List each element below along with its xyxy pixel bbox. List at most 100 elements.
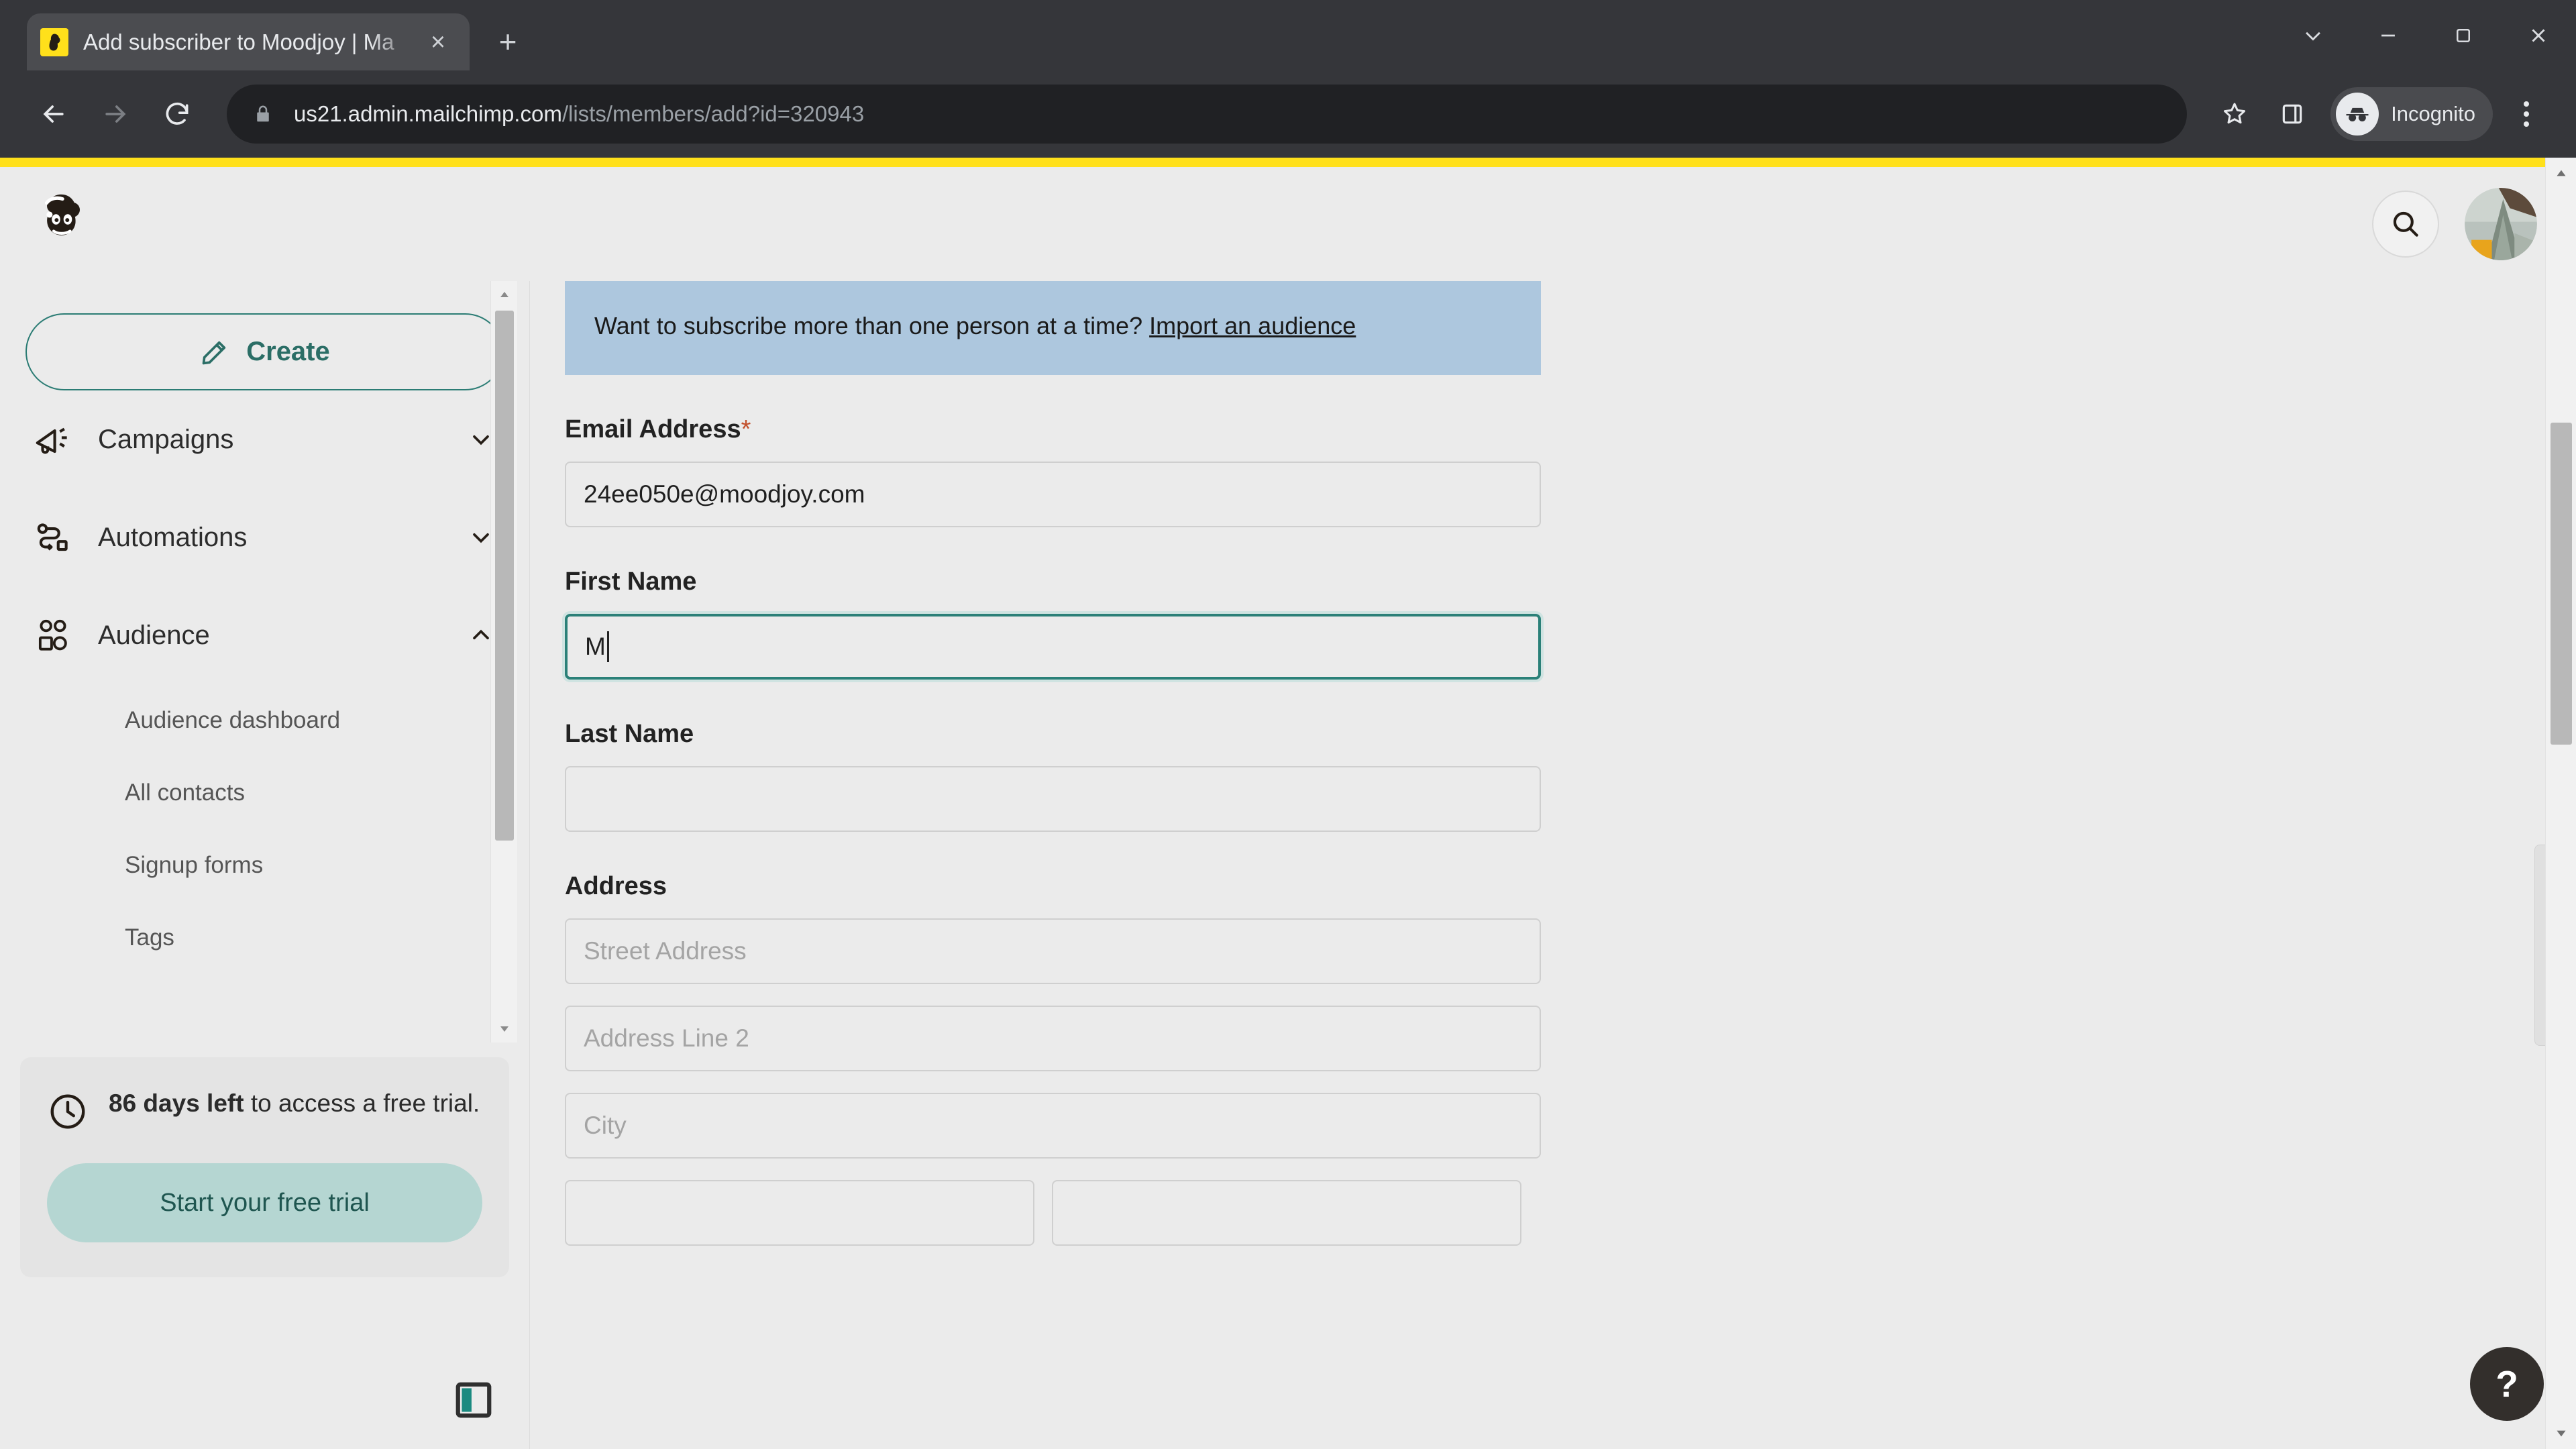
start-free-trial-label: Start your free trial <box>160 1188 370 1217</box>
sidebar-item-automations[interactable]: Automations <box>0 488 529 586</box>
state-input[interactable] <box>565 1179 1034 1246</box>
sidebar-subitem-label: Signup forms <box>125 852 264 878</box>
create-button[interactable]: Create <box>25 313 504 390</box>
sidebar-item-campaigns[interactable]: Campaigns <box>0 390 529 488</box>
banner-text: Want to subscribe more than one person a… <box>594 307 1511 345</box>
start-free-trial-button[interactable]: Start your free trial <box>47 1163 482 1242</box>
sidebar-scrollbar[interactable] <box>490 281 517 1042</box>
window-maximize-button[interactable] <box>2426 0 2501 70</box>
city-input[interactable]: City <box>565 1092 1541 1159</box>
kebab-menu-icon[interactable] <box>2500 85 2553 143</box>
pencil-icon <box>199 337 230 368</box>
required-marker: * <box>741 415 751 443</box>
header-actions <box>2372 188 2537 260</box>
forward-button[interactable] <box>85 83 146 145</box>
sidebar-item-tags[interactable]: Tags <box>0 902 529 974</box>
help-button[interactable]: ? <box>2470 1347 2544 1421</box>
window-minimize-button[interactable] <box>2351 0 2426 70</box>
megaphone-icon <box>32 419 74 460</box>
sidebar-item-label: Automations <box>98 522 248 552</box>
sidebar-subitem-label: Audience dashboard <box>125 707 341 733</box>
free-trial-card: 86 days left to access a free trial. Sta… <box>20 1057 509 1277</box>
email-label-text: Email Address <box>565 415 741 443</box>
page-viewport: Create Campaigns Automations Audience Au… <box>0 158 2576 1449</box>
url-domain: us21.admin.mailchimp.com <box>294 101 562 126</box>
star-icon[interactable] <box>2206 85 2263 143</box>
sidebar-item-audience-dashboard[interactable]: Audience dashboard <box>0 684 529 757</box>
street-address-input[interactable]: Street Address <box>565 918 1541 984</box>
first-name-value: M <box>585 632 606 660</box>
browser-tab[interactable]: Add subscriber to Moodjoy | Ma × <box>27 13 470 70</box>
page-scroll-down-arrow-icon[interactable] <box>2546 1418 2576 1449</box>
url-path: /lists/members/add?id=320943 <box>561 101 865 126</box>
scroll-down-arrow-icon[interactable] <box>491 1016 518 1042</box>
tab-title: Add subscriber to Moodjoy | Ma <box>83 29 394 54</box>
app-body: Create Campaigns Automations Audience Au… <box>0 281 2576 1449</box>
email-address-label: Email Address* <box>565 415 1541 444</box>
last-name-label: Last Name <box>565 719 694 748</box>
automation-flow-icon <box>32 517 74 558</box>
tab-search-chevron-icon[interactable] <box>2275 0 2351 70</box>
trial-card-container: 86 days left to access a free trial. Sta… <box>0 1042 529 1449</box>
search-icon[interactable] <box>2372 191 2439 258</box>
text-caret <box>606 631 609 662</box>
email-address-value: 24ee050e@moodjoy.com <box>584 480 865 508</box>
trial-text-rest: to access a free trial. <box>244 1089 480 1117</box>
sidebar-item-signup-forms[interactable]: Signup forms <box>0 829 529 902</box>
trial-text: 86 days left to access a free trial. <box>109 1087 480 1120</box>
banner-question: Want to subscribe more than one person a… <box>594 312 1150 339</box>
address-line-2-placeholder: Address Line 2 <box>584 1024 749 1052</box>
browser-window: Add subscriber to Moodjoy | Ma × + us21.… <box>0 0 2576 1449</box>
address-line-2-input[interactable]: Address Line 2 <box>565 1005 1541 1071</box>
sidebar-subitem-label: All contacts <box>125 780 245 806</box>
sidebar: Create Campaigns Automations Audience Au… <box>0 281 530 1449</box>
address-label: Address <box>565 871 667 900</box>
side-panel-icon[interactable] <box>2263 85 2321 143</box>
trial-days-left: 86 days left <box>109 1089 244 1117</box>
scroll-up-arrow-icon[interactable] <box>491 281 518 308</box>
tab-close-icon[interactable]: × <box>420 24 456 60</box>
sidebar-subitem-label: Tags <box>125 924 174 951</box>
sidebar-item-label: Audience <box>98 620 210 650</box>
sidebar-collapse-icon[interactable] <box>453 1379 494 1421</box>
reload-button[interactable] <box>146 83 208 145</box>
zip-input[interactable] <box>1052 1179 1521 1246</box>
address-bar[interactable]: us21.admin.mailchimp.com/lists/members/a… <box>227 85 2188 144</box>
sidebar-scroll-area: Create Campaigns Automations Audience Au… <box>0 281 529 1042</box>
user-avatar[interactable] <box>2465 188 2537 260</box>
main-content: Want to subscribe more than one person a… <box>530 281 2576 1449</box>
incognito-indicator[interactable]: Incognito <box>2330 87 2493 141</box>
window-controls <box>2275 0 2576 70</box>
create-button-label: Create <box>246 337 330 366</box>
mailchimp-favicon <box>40 28 68 56</box>
sidebar-scrollbar-thumb[interactable] <box>495 311 514 841</box>
page-scrollbar-thumb[interactable] <box>2551 423 2572 745</box>
state-zip-row <box>565 1179 1541 1246</box>
incognito-icon <box>2336 93 2379 136</box>
page-scrollbar[interactable] <box>2545 158 2576 1449</box>
clock-icon <box>47 1091 89 1132</box>
browser-toolbar: us21.admin.mailchimp.com/lists/members/a… <box>0 70 2576 158</box>
page-scroll-up-arrow-icon[interactable] <box>2546 158 2576 189</box>
incognito-label: Incognito <box>2391 102 2475 125</box>
first-name-input[interactable]: M <box>565 613 1541 680</box>
sidebar-item-label: Campaigns <box>98 424 234 454</box>
brand-yellow-bar <box>0 158 2576 167</box>
import-audience-banner: Want to subscribe more than one person a… <box>565 281 1541 375</box>
tab-strip: Add subscriber to Moodjoy | Ma × + <box>0 0 2576 70</box>
help-button-label: ? <box>2496 1363 2518 1405</box>
mailchimp-freddie-logo[interactable] <box>25 186 101 262</box>
new-tab-button[interactable]: + <box>484 18 531 65</box>
import-audience-link[interactable]: Import an audience <box>1149 312 1356 339</box>
last-name-input[interactable] <box>565 765 1541 832</box>
street-address-placeholder: Street Address <box>584 936 747 965</box>
window-close-button[interactable] <box>2501 0 2576 70</box>
add-subscriber-form: Want to subscribe more than one person a… <box>565 281 1541 1246</box>
sidebar-item-all-contacts[interactable]: All contacts <box>0 757 529 829</box>
city-placeholder: City <box>584 1111 627 1139</box>
sidebar-item-audience[interactable]: Audience <box>0 586 529 684</box>
trial-message: 86 days left to access a free trial. <box>47 1087 482 1132</box>
back-button[interactable] <box>23 83 85 145</box>
email-address-input[interactable]: 24ee050e@moodjoy.com <box>565 461 1541 527</box>
audience-people-icon <box>32 614 74 656</box>
